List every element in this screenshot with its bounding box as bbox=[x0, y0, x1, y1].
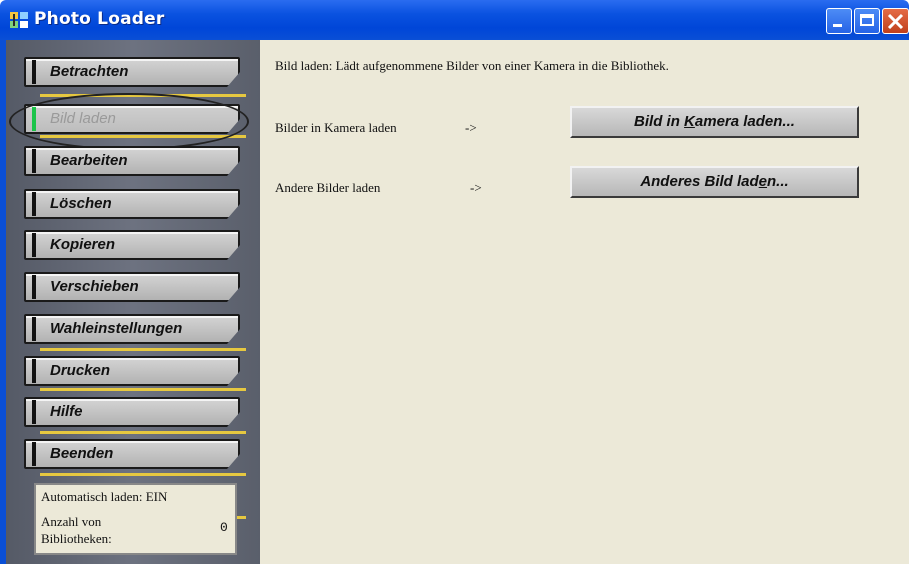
flag-icon bbox=[32, 400, 36, 424]
sidebar-item-bearbeiten[interactable]: Bearbeiten bbox=[24, 146, 240, 176]
load-other-image-button[interactable]: Anderes Bild laden... bbox=[570, 166, 859, 198]
sidebar-item-label: Verschieben bbox=[50, 278, 139, 295]
page-description: Bild laden: Lädt aufgenommene Bilder von… bbox=[275, 58, 669, 73]
other-load-label: Andere Bilder laden bbox=[275, 180, 381, 195]
status-panel: Automatisch laden: EIN Anzahl von Biblio… bbox=[34, 483, 237, 555]
flag-icon bbox=[32, 149, 36, 173]
sidebar-item-drucken[interactable]: Drucken bbox=[24, 356, 240, 386]
sidebar-item-loeschen[interactable]: Löschen bbox=[24, 189, 240, 219]
flag-icon bbox=[32, 192, 36, 216]
window-title: Photo Loader bbox=[34, 9, 165, 29]
auto-load-status: Automatisch laden: EIN bbox=[41, 489, 168, 504]
minimize-button[interactable] bbox=[826, 8, 852, 34]
sidebar-item-betrachten[interactable]: Betrachten bbox=[24, 57, 240, 87]
sidebar-item-beenden[interactable]: Beenden bbox=[24, 439, 240, 469]
sidebar-item-label: Betrachten bbox=[50, 63, 129, 80]
sidebar-item-label: Beenden bbox=[50, 445, 114, 462]
close-icon bbox=[887, 13, 904, 30]
sidebar-separator bbox=[40, 348, 246, 351]
flag-icon bbox=[32, 317, 36, 341]
flag-icon bbox=[32, 359, 36, 383]
arrow-icon: -> bbox=[465, 120, 477, 135]
sidebar-item-hilfe[interactable]: Hilfe bbox=[24, 397, 240, 427]
sidebar-separator bbox=[40, 473, 246, 476]
flag-icon bbox=[32, 233, 36, 257]
title-bar[interactable]: Photo Loader bbox=[0, 0, 909, 40]
library-count-value: 0 bbox=[220, 520, 228, 535]
arrow-icon: -> bbox=[470, 180, 482, 195]
maximize-button[interactable] bbox=[854, 8, 880, 34]
sidebar-item-label: Hilfe bbox=[50, 403, 83, 420]
sidebar-separator bbox=[40, 431, 246, 434]
sidebar-item-label: Löschen bbox=[50, 195, 112, 212]
close-button[interactable] bbox=[882, 8, 909, 34]
sidebar-item-label: Bearbeiten bbox=[50, 152, 128, 169]
photo-loader-window: Photo Loader Betrachten Bild laden Bearb… bbox=[0, 0, 909, 564]
flag-icon bbox=[32, 60, 36, 84]
library-count-label: Anzahl von Bibliotheken: bbox=[41, 514, 112, 546]
flag-icon bbox=[32, 442, 36, 466]
sidebar-item-label: Drucken bbox=[50, 362, 111, 379]
sidebar-item-verschieben[interactable]: Verschieben bbox=[24, 272, 240, 302]
sidebar-separator bbox=[40, 388, 246, 391]
sidebar-item-label: Wahleinstellungen bbox=[50, 320, 183, 337]
main-panel: Bild laden: Lädt aufgenommene Bilder von… bbox=[260, 40, 909, 564]
sidebar-item-wahleinstellungen[interactable]: Wahleinstellungen bbox=[24, 314, 240, 344]
selection-highlight-ellipse bbox=[9, 93, 249, 150]
photo-loader-icon bbox=[10, 12, 28, 28]
sidebar-item-kopieren[interactable]: Kopieren bbox=[24, 230, 240, 260]
sidebar-item-label: Kopieren bbox=[50, 236, 116, 253]
load-from-camera-button[interactable]: Bild in Kamera laden... bbox=[570, 106, 859, 138]
flag-icon bbox=[32, 275, 36, 299]
camera-load-label: Bilder in Kamera laden bbox=[275, 120, 397, 135]
